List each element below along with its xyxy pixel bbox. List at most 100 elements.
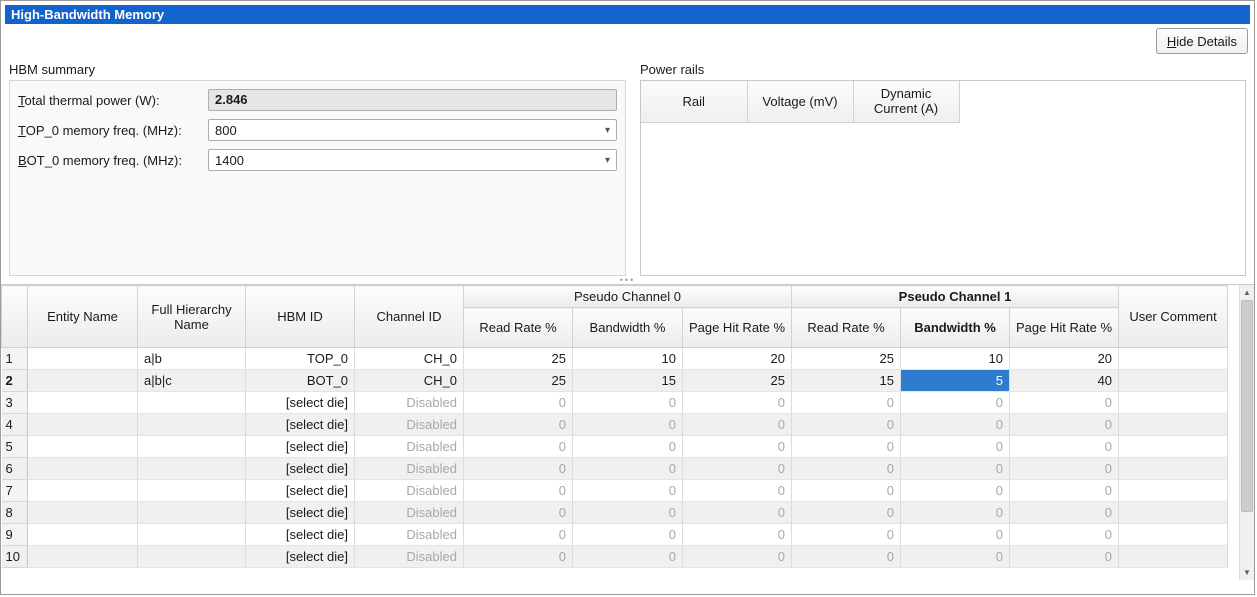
col-voltage[interactable]: Voltage (mV)	[747, 81, 853, 122]
row-number[interactable]: 4	[2, 414, 28, 436]
pc1-bandwidth-cell[interactable]: 0	[901, 480, 1010, 502]
pc0-page-hit-rate-cell[interactable]: 0	[683, 392, 792, 414]
full-hierarchy-name-cell[interactable]	[138, 392, 246, 414]
user-comment-cell[interactable]	[1119, 546, 1228, 568]
pc0-bandwidth-cell[interactable]: 0	[573, 414, 683, 436]
pc1-page-hit-rate-cell[interactable]: 0	[1010, 524, 1119, 546]
col-hbm-id[interactable]: HBM ID	[246, 286, 355, 348]
hbm-id-cell[interactable]: [select die]	[246, 392, 355, 414]
row-number[interactable]: 9	[2, 524, 28, 546]
col-channel-id[interactable]: Channel ID	[355, 286, 464, 348]
row-number[interactable]: 1	[2, 348, 28, 370]
pc0-bandwidth-cell[interactable]: 0	[573, 458, 683, 480]
pc0-page-hit-rate-cell[interactable]: 0	[683, 524, 792, 546]
pc0-bandwidth-cell[interactable]: 0	[573, 524, 683, 546]
pc1-page-hit-rate-cell[interactable]: 0	[1010, 436, 1119, 458]
pc0-read-rate-cell[interactable]: 0	[464, 502, 573, 524]
scroll-up-icon[interactable]: ▲	[1240, 285, 1254, 300]
pc0-read-rate-cell[interactable]: 25	[464, 370, 573, 392]
scrollbar-track[interactable]	[1240, 512, 1254, 565]
user-comment-cell[interactable]	[1119, 480, 1228, 502]
splitter-handle[interactable]: •••	[1, 276, 1254, 284]
col-pc0-read-rate[interactable]: Read Rate %	[464, 308, 573, 348]
hide-details-button[interactable]: Hide Details	[1156, 28, 1248, 54]
col-pc0-bandwidth[interactable]: Bandwidth %	[573, 308, 683, 348]
channel-id-cell[interactable]: Disabled	[355, 480, 464, 502]
channel-id-cell[interactable]: Disabled	[355, 546, 464, 568]
row-number[interactable]: 5	[2, 436, 28, 458]
pc0-bandwidth-cell[interactable]: 0	[573, 502, 683, 524]
row-number[interactable]: 3	[2, 392, 28, 414]
user-comment-cell[interactable]	[1119, 392, 1228, 414]
row-number[interactable]: 8	[2, 502, 28, 524]
pc1-page-hit-rate-cell[interactable]: 0	[1010, 480, 1119, 502]
hbm-id-cell[interactable]: [select die]	[246, 524, 355, 546]
pc1-read-rate-cell[interactable]: 0	[792, 524, 901, 546]
pc0-read-rate-cell[interactable]: 0	[464, 414, 573, 436]
channel-id-cell[interactable]: Disabled	[355, 414, 464, 436]
full-hierarchy-name-cell[interactable]	[138, 524, 246, 546]
col-pc1-bandwidth[interactable]: Bandwidth %	[901, 308, 1010, 348]
pc0-read-rate-cell[interactable]: 0	[464, 436, 573, 458]
top0-freq-select[interactable]: 800 ▾	[208, 119, 617, 141]
scroll-down-icon[interactable]: ▼	[1240, 565, 1254, 580]
pc0-bandwidth-cell[interactable]: 10	[573, 348, 683, 370]
col-pc0-page-hit-rate[interactable]: Page Hit Rate %	[683, 308, 792, 348]
hbm-id-cell[interactable]: BOT_0	[246, 370, 355, 392]
channel-id-cell[interactable]: CH_0	[355, 348, 464, 370]
col-rail[interactable]: Rail	[641, 81, 747, 122]
hbm-id-cell[interactable]: TOP_0	[246, 348, 355, 370]
pc0-read-rate-cell[interactable]: 0	[464, 546, 573, 568]
pc1-page-hit-rate-cell[interactable]: 0	[1010, 458, 1119, 480]
user-comment-cell[interactable]	[1119, 436, 1228, 458]
col-pc1-read-rate[interactable]: Read Rate %	[792, 308, 901, 348]
hbm-id-cell[interactable]: [select die]	[246, 414, 355, 436]
channel-id-cell[interactable]: Disabled	[355, 524, 464, 546]
pc0-page-hit-rate-cell[interactable]: 20	[683, 348, 792, 370]
corner-header[interactable]	[2, 286, 28, 348]
pc0-read-rate-cell[interactable]: 25	[464, 348, 573, 370]
col-full-hierarchy-name[interactable]: Full Hierarchy Name	[138, 286, 246, 348]
channel-id-cell[interactable]: Disabled	[355, 436, 464, 458]
pc1-page-hit-rate-cell[interactable]: 0	[1010, 392, 1119, 414]
pc1-read-rate-cell[interactable]: 0	[792, 546, 901, 568]
bot0-freq-select[interactable]: 1400 ▾	[208, 149, 617, 171]
hbm-id-cell[interactable]: [select die]	[246, 480, 355, 502]
full-hierarchy-name-cell[interactable]	[138, 458, 246, 480]
pc0-bandwidth-cell[interactable]: 0	[573, 392, 683, 414]
hbm-id-cell[interactable]: [select die]	[246, 458, 355, 480]
hbm-id-cell[interactable]: [select die]	[246, 546, 355, 568]
col-user-comment[interactable]: User Comment	[1119, 286, 1228, 348]
pc1-bandwidth-cell[interactable]: 0	[901, 458, 1010, 480]
group-pseudo-channel-0[interactable]: Pseudo Channel 0	[464, 286, 792, 308]
entity-name-cell[interactable]	[28, 502, 138, 524]
scrollbar-thumb[interactable]	[1241, 300, 1253, 512]
full-hierarchy-name-cell[interactable]: a|b	[138, 348, 246, 370]
full-hierarchy-name-cell[interactable]	[138, 546, 246, 568]
group-pseudo-channel-1[interactable]: Pseudo Channel 1	[792, 286, 1119, 308]
channel-id-cell[interactable]: Disabled	[355, 502, 464, 524]
pc0-bandwidth-cell[interactable]: 0	[573, 480, 683, 502]
user-comment-cell[interactable]	[1119, 458, 1228, 480]
entity-name-cell[interactable]	[28, 436, 138, 458]
row-number[interactable]: 2	[2, 370, 28, 392]
full-hierarchy-name-cell[interactable]	[138, 502, 246, 524]
pc1-bandwidth-cell[interactable]: 0	[901, 546, 1010, 568]
pc1-bandwidth-cell[interactable]: 0	[901, 392, 1010, 414]
pc1-read-rate-cell[interactable]: 0	[792, 480, 901, 502]
pc1-read-rate-cell[interactable]: 0	[792, 414, 901, 436]
full-hierarchy-name-cell[interactable]	[138, 480, 246, 502]
channel-id-cell[interactable]: Disabled	[355, 458, 464, 480]
pc1-read-rate-cell[interactable]: 0	[792, 392, 901, 414]
entity-name-cell[interactable]	[28, 370, 138, 392]
hbm-id-cell[interactable]: [select die]	[246, 436, 355, 458]
user-comment-cell[interactable]	[1119, 414, 1228, 436]
pc0-page-hit-rate-cell[interactable]: 0	[683, 502, 792, 524]
hbm-id-cell[interactable]: [select die]	[246, 502, 355, 524]
pc0-read-rate-cell[interactable]: 0	[464, 458, 573, 480]
pc0-bandwidth-cell[interactable]: 15	[573, 370, 683, 392]
pc0-page-hit-rate-cell[interactable]: 0	[683, 436, 792, 458]
entity-name-cell[interactable]	[28, 392, 138, 414]
pc0-read-rate-cell[interactable]: 0	[464, 480, 573, 502]
pc1-bandwidth-cell[interactable]: 0	[901, 436, 1010, 458]
